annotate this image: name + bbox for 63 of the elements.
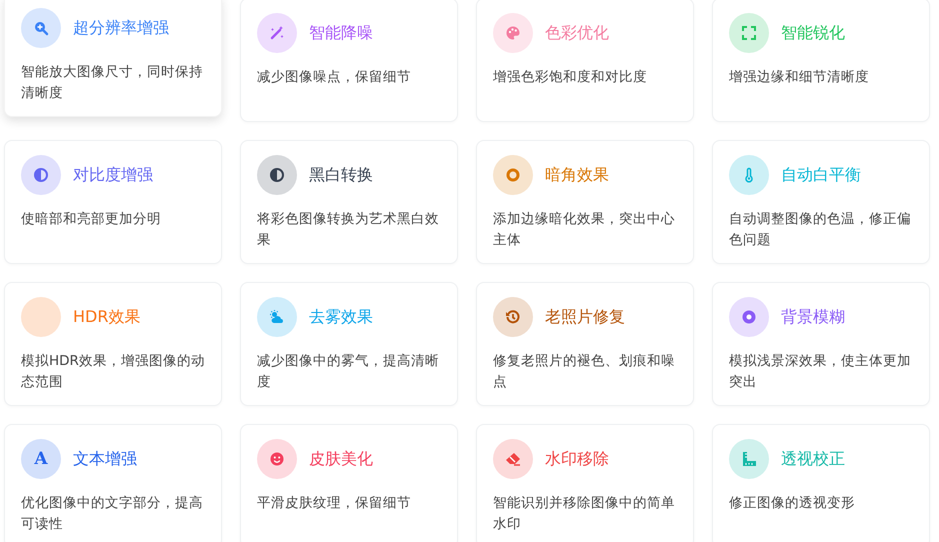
tool-card[interactable]: 智能锐化 增强边缘和细节清晰度 <box>712 0 930 122</box>
card-description: 模拟浅景深效果，使主体更加突出 <box>729 352 912 392</box>
card-title: 老照片修复 <box>545 306 625 328</box>
card-description: 平滑皮肤纹理，保留细节 <box>257 494 412 513</box>
contrast-icon <box>33 167 49 183</box>
card-title: 黑白转换 <box>309 164 373 186</box>
tool-card[interactable]: 背景模糊 模拟浅景深效果，使主体更加突出 <box>712 282 930 406</box>
card-title: 对比度增强 <box>73 164 153 186</box>
card-description: 智能放大图像尺寸，同时保持清晰度 <box>21 63 204 103</box>
card-description: 自动调整图像的色温，修正偏色问题 <box>729 210 912 250</box>
card-title: 色彩优化 <box>545 22 609 44</box>
card-title: 水印移除 <box>545 448 609 470</box>
tool-card[interactable]: 水印移除 智能识别并移除图像中的简单水印 <box>476 424 694 542</box>
card-title: 超分辨率增强 <box>73 18 169 38</box>
tool-card[interactable]: 黑白转换 将彩色图像转换为艺术黑白效果 <box>240 140 458 264</box>
card-description: 减少图像噪点，保留细节 <box>257 68 412 87</box>
card-description: 修复老照片的褪色、划痕和噪点 <box>493 352 676 392</box>
dot-circle-icon <box>741 309 757 325</box>
card-description: 将彩色图像转换为艺术黑白效果 <box>257 210 440 250</box>
tool-card[interactable]: A 文本增强 优化图像中的文字部分，提高可读性 <box>4 424 222 542</box>
card-title: 智能降噪 <box>309 22 373 44</box>
tool-card[interactable]: 对比度增强 使暗部和亮部更加分明 <box>4 140 222 264</box>
ruler-icon <box>741 451 757 467</box>
card-description: 使暗部和亮部更加分明 <box>21 210 162 229</box>
tool-card[interactable]: 智能降噪 减少图像噪点，保留细节 <box>240 0 458 122</box>
history-icon <box>505 309 521 325</box>
card-description: 添加边缘暗化效果，突出中心主体 <box>493 210 676 250</box>
tool-card[interactable]: 去雾效果 减少图像中的雾气，提高清晰度 <box>240 282 458 406</box>
card-title: 智能锐化 <box>781 22 845 44</box>
card-title: 自动白平衡 <box>781 164 861 186</box>
tool-card[interactable]: 皮肤美化 平滑皮肤纹理，保留细节 <box>240 424 458 542</box>
ring-icon <box>505 167 521 183</box>
card-description: 增强色彩饱和度和对比度 <box>493 68 648 87</box>
smile-icon <box>269 451 285 467</box>
letter-icon: A <box>34 450 48 468</box>
cloud-sun-icon <box>269 309 285 325</box>
palette-icon <box>505 25 521 41</box>
card-title: 透视校正 <box>781 448 845 470</box>
tool-card[interactable]: 自动白平衡 自动调整图像的色温，修正偏色问题 <box>712 140 930 264</box>
zoom-in-icon <box>33 20 49 36</box>
card-description: 智能识别并移除图像中的简单水印 <box>493 494 676 534</box>
card-description: 修正图像的透视变形 <box>729 494 856 513</box>
card-description: 增强边缘和细节清晰度 <box>729 68 870 87</box>
card-title: 皮肤美化 <box>309 448 373 470</box>
card-title: 去雾效果 <box>309 306 373 328</box>
icon-circle <box>21 297 61 337</box>
card-title: 暗角效果 <box>545 164 609 186</box>
card-title: HDR效果 <box>73 306 140 328</box>
card-description: 模拟HDR效果，增强图像的动态范围 <box>21 352 206 392</box>
card-title: 背景模糊 <box>781 306 845 328</box>
magic-wand-icon <box>269 25 285 41</box>
tool-card[interactable]: HDR效果 模拟HDR效果，增强图像的动态范围 <box>4 282 222 406</box>
card-description: 减少图像中的雾气，提高清晰度 <box>257 352 440 392</box>
tool-card[interactable]: 老照片修复 修复老照片的褪色、划痕和噪点 <box>476 282 694 406</box>
tool-card[interactable]: 色彩优化 增强色彩饱和度和对比度 <box>476 0 694 122</box>
expand-icon <box>741 25 757 41</box>
tool-card[interactable]: 暗角效果 添加边缘暗化效果，突出中心主体 <box>476 140 694 264</box>
contrast-icon <box>269 167 285 183</box>
eraser-icon <box>505 451 521 467</box>
card-description: 优化图像中的文字部分，提高可读性 <box>21 494 204 534</box>
tool-card[interactable]: 超分辨率增强 智能放大图像尺寸，同时保持清晰度 <box>4 0 222 117</box>
tool-card[interactable]: 透视校正 修正图像的透视变形 <box>712 424 930 542</box>
card-title: 文本增强 <box>73 448 137 470</box>
